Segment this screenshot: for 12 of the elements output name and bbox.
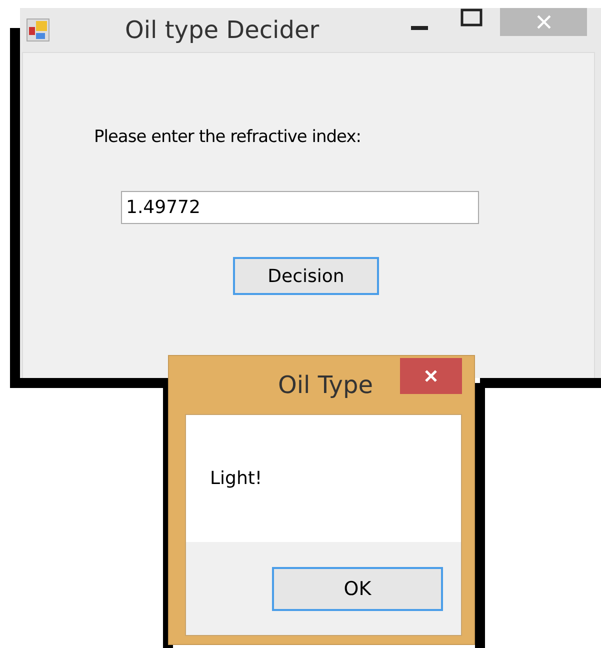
app-icon <box>26 18 50 42</box>
refractive-index-field[interactable]: 1.49772 <box>121 191 479 224</box>
maximize-icon[interactable] <box>460 8 484 28</box>
window-title: Oil type Decider <box>125 16 320 44</box>
close-button[interactable] <box>400 358 462 394</box>
decision-button[interactable]: Decision <box>233 257 379 295</box>
dialog-title: Oil Type <box>278 371 373 399</box>
prompt-label: Please enter the refractive index: <box>94 127 361 147</box>
close-icon <box>424 369 438 383</box>
message-text: Light! <box>210 468 262 489</box>
ok-button[interactable]: OK <box>272 566 443 610</box>
close-icon <box>536 14 552 30</box>
